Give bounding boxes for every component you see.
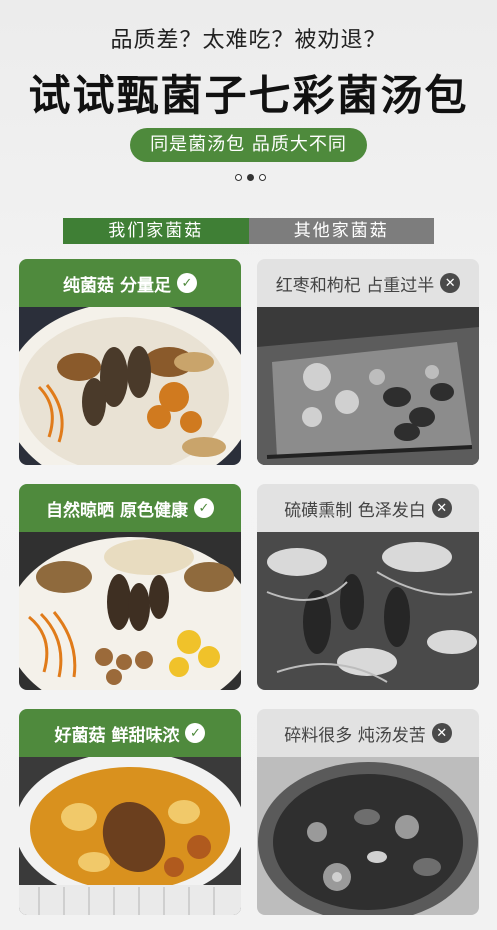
tab-ours: 我们家菌菇: [63, 218, 249, 244]
card-good-3: 好菌菇 鲜甜味浓 ✓: [19, 709, 241, 915]
page-title: 试试甄菌子七彩菌汤包: [28, 71, 469, 120]
card-label: 红枣和枸杞 占重过半: [275, 275, 435, 296]
card-bad-1: 红枣和枸杞 占重过半 ✕: [257, 259, 479, 465]
question-line: 品质差？太难吃？被劝退？: [110, 28, 387, 53]
mushroom-platter-image: [19, 532, 241, 690]
carousel-dot[interactable]: [259, 174, 266, 181]
mushroom-soup-image: [19, 757, 241, 915]
carousel-dot-active[interactable]: [247, 174, 254, 181]
check-circle-icon: ✓: [176, 273, 197, 293]
comparison-tabs: 我们家菌菇 其他家菌菇: [63, 218, 434, 244]
tab-others: 其他家菌菇: [248, 218, 434, 244]
check-circle-icon: ✓: [193, 498, 214, 518]
card-bad-2: 硫磺熏制 色泽发白 ✕: [257, 484, 479, 690]
x-circle-icon: ✕: [431, 498, 452, 518]
tagline-pill: 同是菌汤包 品质大不同: [130, 128, 367, 162]
sulfur-mushroom-image: [257, 532, 479, 690]
card-label: 碎料很多 炖汤发苦: [284, 725, 426, 746]
card-label: 好菌菇 鲜甜味浓: [54, 725, 180, 746]
card-good-2: 自然晾晒 原色健康 ✓: [19, 484, 241, 690]
x-circle-icon: ✕: [440, 273, 461, 293]
card-label: 硫磺熏制 色泽发白: [284, 500, 426, 521]
x-circle-icon: ✕: [431, 723, 452, 743]
check-circle-icon: ✓: [185, 723, 206, 743]
card-bad-3: 碎料很多 炖汤发苦 ✕: [257, 709, 479, 915]
mushroom-plate-image: [19, 307, 241, 465]
carousel-dots: [235, 174, 266, 181]
jujube-box-image: [257, 307, 479, 465]
card-label: 纯菌菇 分量足: [63, 275, 171, 296]
carousel-dot[interactable]: [235, 174, 242, 181]
bitter-soup-image: [257, 757, 479, 915]
card-label: 自然晾晒 原色健康: [46, 500, 188, 521]
card-good-1: 纯菌菇 分量足 ✓: [19, 259, 241, 465]
